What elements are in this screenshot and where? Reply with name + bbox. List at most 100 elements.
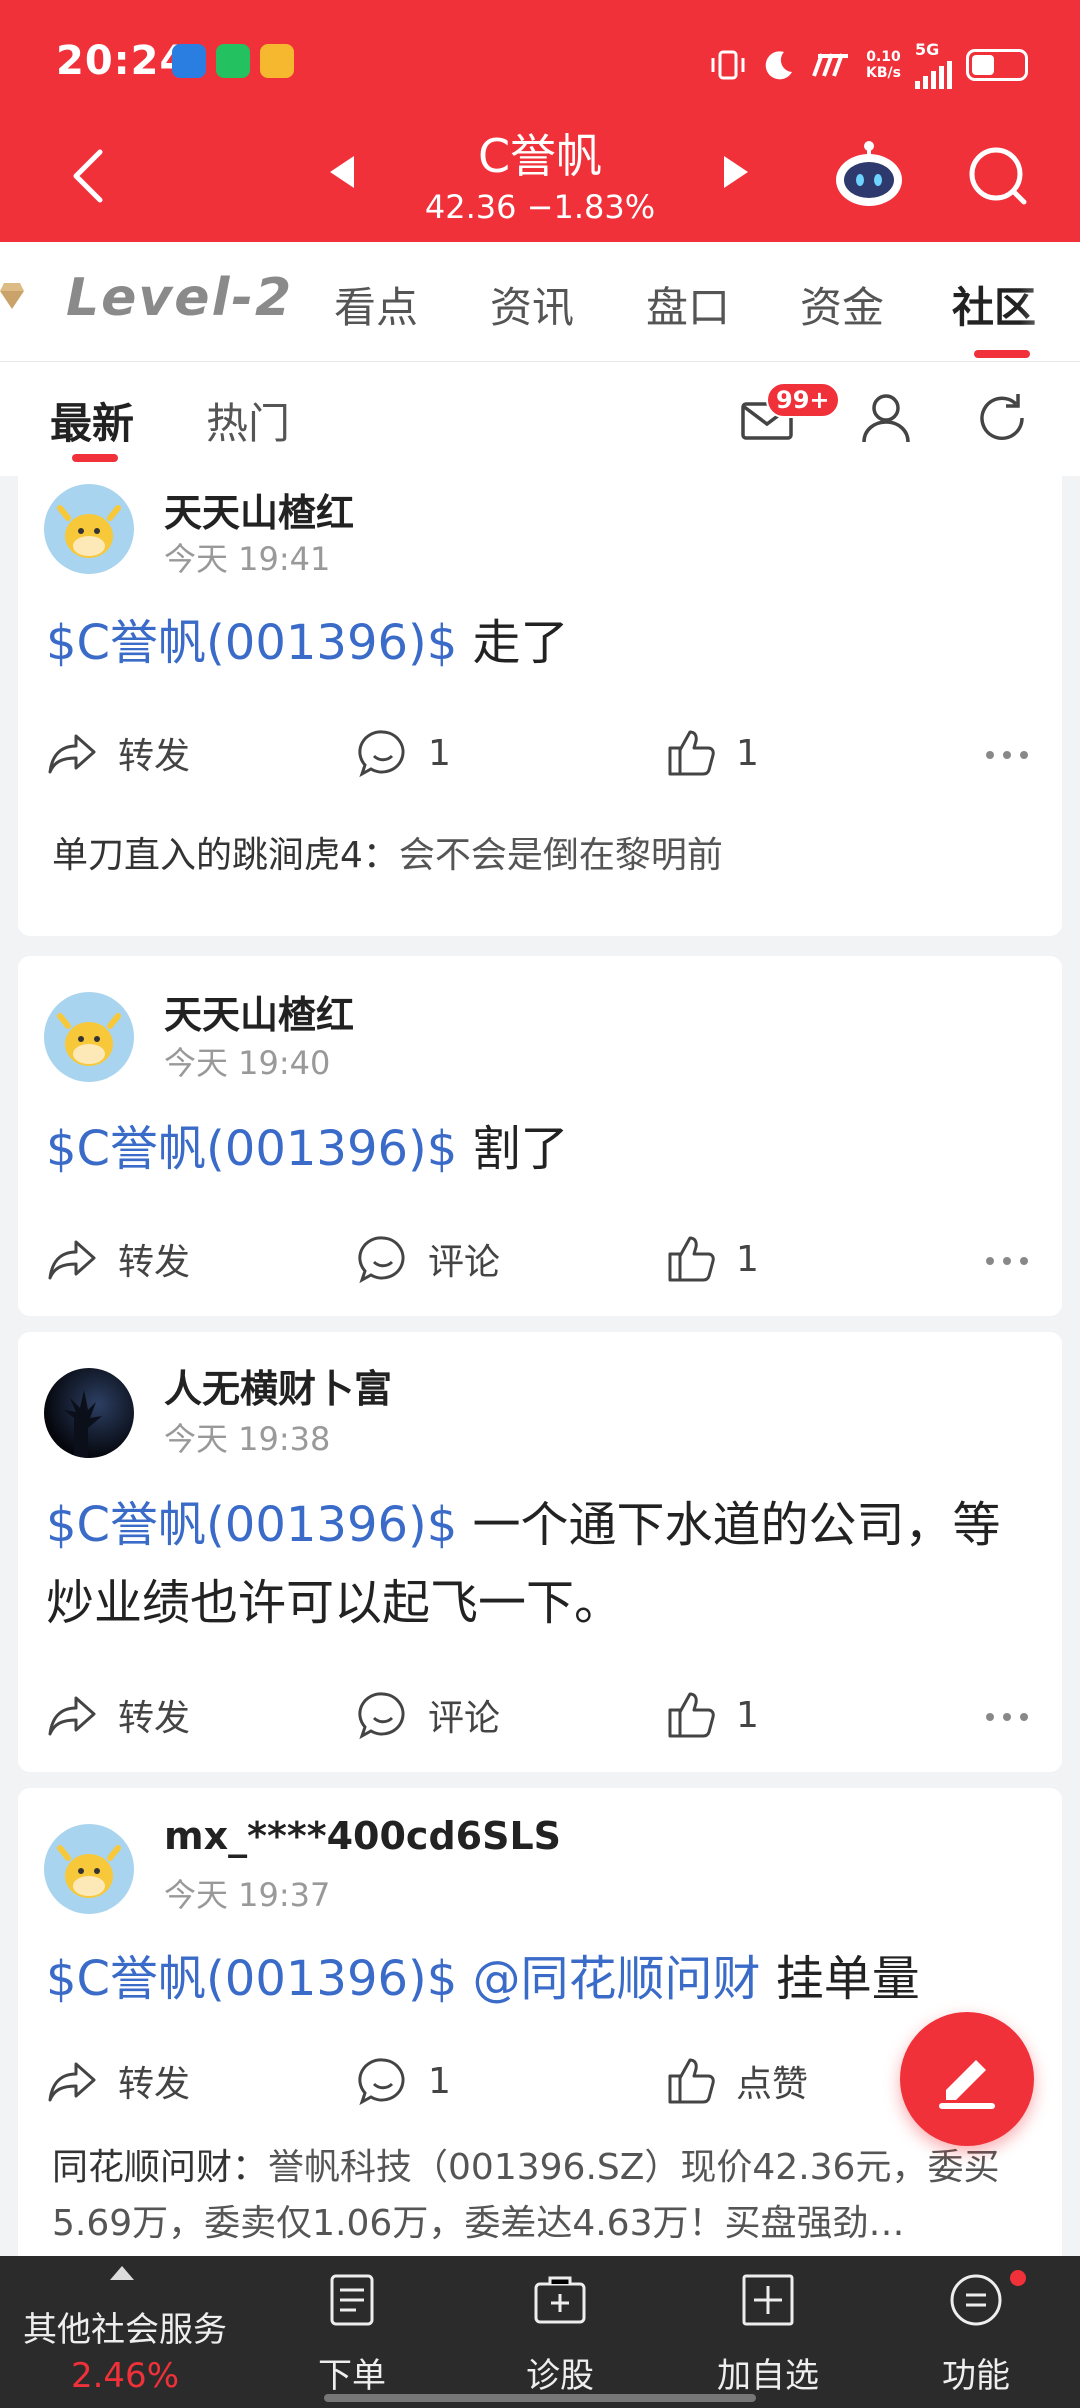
thumbs-up-icon	[668, 730, 715, 776]
stock-tag-link[interactable]: $C誉帆(001396)$	[46, 1497, 457, 1553]
post-username[interactable]: 天天山楂红	[164, 984, 354, 1039]
avatar[interactable]	[44, 1824, 134, 1914]
more-options-icon[interactable]	[984, 1702, 1030, 1732]
comment-button[interactable]: 评论	[356, 1232, 500, 1286]
like-button[interactable]: 1	[664, 1232, 759, 1286]
more-options-icon[interactable]	[984, 1246, 1030, 1276]
back-arrow-icon[interactable]	[62, 146, 122, 206]
thumbs-up-icon	[668, 1692, 715, 1738]
active-subtab-indicator	[72, 454, 118, 462]
subtab-hot[interactable]: 热门	[206, 390, 290, 451]
robot-assistant-icon[interactable]	[832, 138, 906, 212]
diamond-icon	[0, 283, 24, 309]
comment-button[interactable]: 评论	[356, 1688, 500, 1742]
net-speed-unit: KB/s	[866, 64, 901, 81]
tab-kandian[interactable]: 看点	[334, 274, 418, 335]
avatar[interactable]	[44, 1368, 134, 1458]
add-watchlist-label: 加自选	[717, 2356, 819, 2396]
add-watchlist-button[interactable]: 加自选	[678, 2256, 858, 2408]
stock-tag-link[interactable]: $C誉帆(001396)$	[46, 1121, 457, 1177]
post-content[interactable]: $C誉帆(001396)$ 割了	[46, 1110, 1022, 1188]
post-time: 今天 19:40	[164, 1044, 331, 1082]
post-username[interactable]: mx_****400cd6SLS	[164, 1814, 561, 1858]
post-card[interactable]: 人无横财卜富 今天 19:38 $C誉帆(001396)$ 一个通下水道的公司，…	[18, 1332, 1062, 1772]
stock-nav: C誉帆 42.36 −1.83%	[0, 120, 1080, 242]
notification-dot	[1010, 2270, 1026, 2286]
net-speed-value: 0.10	[866, 48, 901, 65]
post-time: 今天 19:38	[164, 1420, 331, 1458]
functions-label: 功能	[942, 2356, 1010, 2396]
home-indicator[interactable]	[324, 2394, 756, 2402]
like-button[interactable]: 点赞	[664, 2054, 808, 2108]
comment-icon	[358, 2058, 405, 2106]
sector-name: 其他社会服务	[23, 2310, 227, 2350]
forward-button[interactable]: 转发	[46, 726, 190, 780]
menu-circle-icon	[950, 2274, 1002, 2326]
tab-capital[interactable]: 资金	[800, 274, 884, 335]
forward-button[interactable]: 转发	[46, 1688, 190, 1742]
comment-button[interactable]: 1	[356, 726, 451, 780]
comment-icon	[358, 1692, 405, 1740]
more-options-icon[interactable]	[984, 740, 1030, 770]
tab-orderbook[interactable]: 盘口	[646, 274, 730, 335]
level2-label: Level-2	[66, 268, 294, 328]
thumbs-up-icon	[668, 1236, 715, 1282]
like-label: 点赞	[736, 2064, 809, 2105]
order-button[interactable]: 下单	[262, 2256, 442, 2408]
comment-button[interactable]: 1	[356, 2054, 451, 2108]
user-icon[interactable]	[858, 390, 914, 446]
next-stock-icon[interactable]	[724, 156, 748, 188]
forward-label: 转发	[118, 1698, 191, 1739]
post-actions: 转发 评论 1	[18, 1232, 1062, 1292]
stock-tag-link[interactable]: $C誉帆(001396)$ @同花顺问财	[46, 1951, 761, 2007]
post-content[interactable]: $C誉帆(001396)$ 一个通下水道的公司，等炒业绩也许可以起飞一下。	[46, 1486, 1022, 1642]
stock-tag-link[interactable]: $C誉帆(001396)$	[46, 615, 457, 671]
caret-up-icon	[110, 2266, 134, 2280]
order-label: 下单	[318, 2356, 386, 2396]
post-actions: 转发 评论 1	[18, 1688, 1062, 1748]
thumbs-up-icon	[668, 2058, 715, 2104]
net-speed: 0.10 KB/s	[866, 49, 901, 81]
comment-preview[interactable]: 同花顺问财：誉帆科技（001396.SZ）现价42.36元，委买5.69万，委卖…	[52, 2140, 1022, 2252]
comment-preview[interactable]: 单刀直入的跳涧虎4：会不会是倒在黎明前	[52, 828, 1022, 884]
subtab-latest[interactable]: 最新	[50, 390, 134, 451]
commenter-name: 同花顺问财：	[52, 2147, 269, 2188]
tab-news[interactable]: 资讯	[490, 274, 574, 335]
avatar[interactable]	[44, 992, 134, 1082]
comment-label: 评论	[428, 1698, 501, 1739]
like-button[interactable]: 1	[664, 1688, 759, 1742]
stock-price-change: 42.36 −1.83%	[424, 188, 656, 226]
post-card[interactable]: 天天山楂红 今天 19:40 $C誉帆(001396)$ 割了 转发 评论 1	[18, 956, 1062, 1316]
post-content[interactable]: $C誉帆(001396)$ @同花顺问财 挂单量	[46, 1940, 1022, 2018]
post-time: 今天 19:41	[164, 540, 331, 578]
signal-icon	[915, 59, 952, 89]
post-content[interactable]: $C誉帆(001396)$ 走了	[46, 604, 1022, 682]
post-text: 挂单量	[760, 1951, 920, 2007]
sub-tabs: 最新 热门 99+	[0, 362, 1080, 476]
compose-post-button[interactable]	[900, 2012, 1034, 2146]
search-icon[interactable]	[966, 144, 1030, 208]
like-button[interactable]: 1	[664, 726, 759, 780]
avatar[interactable]	[44, 484, 134, 574]
status-time: 20:24	[56, 38, 189, 84]
comment-text: 会不会是倒在黎明前	[398, 835, 723, 876]
post-username[interactable]: 天天山楂红	[164, 482, 354, 537]
forward-button[interactable]: 转发	[46, 1232, 190, 1286]
tab-level2[interactable]: Level-2	[0, 268, 293, 328]
forward-label: 转发	[118, 2064, 191, 2105]
post-card[interactable]: 天天山楂红 今天 19:41 $C誉帆(001396)$ 走了 转发 1 1 单…	[18, 476, 1062, 936]
sector-info-button[interactable]: 其他社会服务 2.46%	[0, 2256, 250, 2408]
like-count: 1	[736, 732, 759, 774]
stock-name: C誉帆	[477, 129, 603, 183]
post-username[interactable]: 人无横财卜富	[164, 1358, 392, 1413]
functions-button[interactable]: 功能	[886, 2256, 1066, 2408]
post-text: 割了	[457, 1121, 569, 1177]
forward-button[interactable]: 转发	[46, 2054, 190, 2108]
refresh-icon[interactable]	[974, 390, 1030, 446]
bottom-bar: 其他社会服务 2.46% 下单 诊股 加自选 功能	[0, 2256, 1080, 2408]
cow-avatar-icon	[57, 1013, 121, 1066]
diagnose-stock-button[interactable]: 诊股	[470, 2256, 650, 2408]
like-count: 1	[736, 1694, 759, 1736]
comment-count: 1	[428, 2060, 451, 2102]
night-tree-avatar-icon	[64, 1390, 102, 1458]
